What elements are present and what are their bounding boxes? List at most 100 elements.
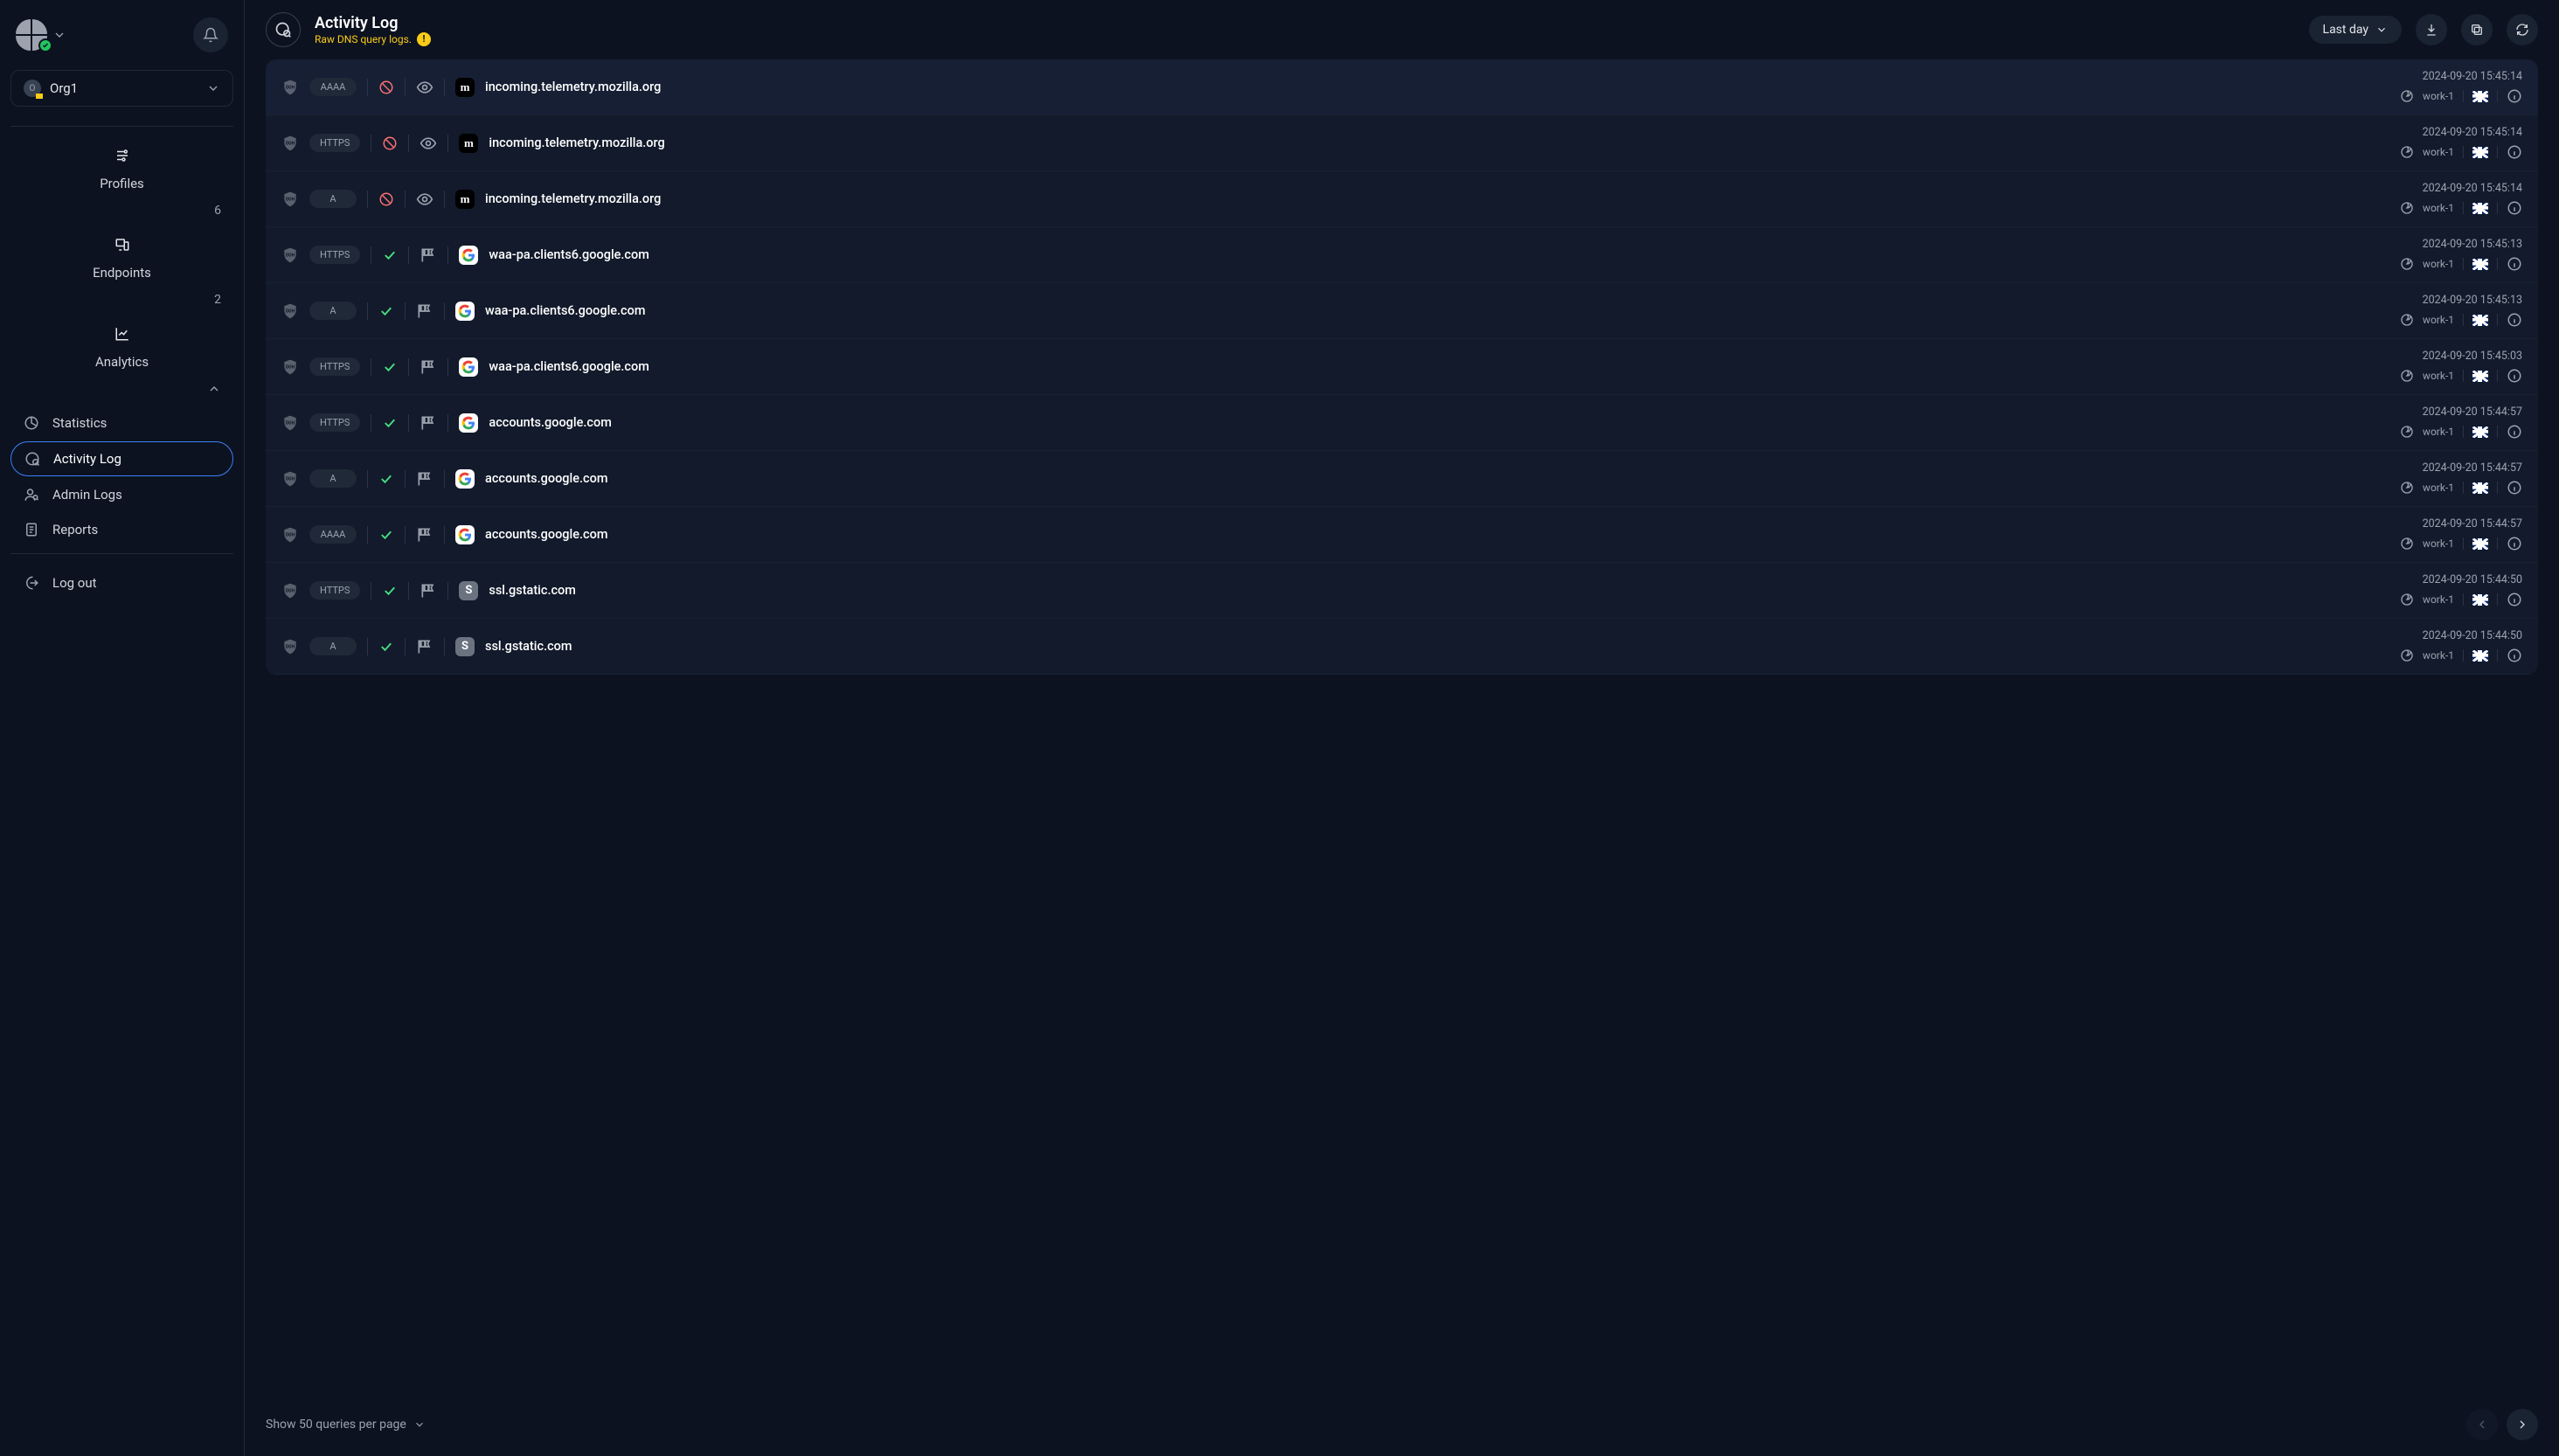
browser-icon [2400,481,2414,495]
endpoint-label: work-1 [2423,314,2454,326]
svg-text:DOH: DOH [286,364,295,370]
meta-row: work-1 [2400,256,2522,272]
protocol-icon: DOH [281,302,299,320]
endpoint-label: work-1 [2423,593,2454,606]
page-subtitle: Raw DNS query logs. ! [315,32,2295,46]
separator [408,135,409,152]
chevron-up-icon [207,382,221,396]
nav-label: Statistics [52,415,107,431]
info-button[interactable] [2507,368,2522,384]
nav-activity-log[interactable]: Activity Log [10,441,233,476]
protocol-icon: DOH [281,582,299,600]
nav-label: Reports [52,522,98,537]
info-button[interactable] [2507,144,2522,160]
notifications-button[interactable] [193,17,228,52]
refresh-icon [2515,23,2529,37]
separator [367,191,368,208]
info-button[interactable] [2507,480,2522,496]
info-button[interactable] [2507,536,2522,551]
info-button[interactable] [2507,424,2522,440]
endpoint-label: work-1 [2423,649,2454,662]
warning-badge-icon[interactable]: ! [417,32,431,46]
page-size-selector[interactable]: Show 50 queries per page [266,1418,426,1432]
endpoint-label: work-1 [2423,370,2454,382]
log-row[interactable]: DOHAmincoming.telemetry.mozilla.org2024-… [266,171,2538,227]
header-titles: Activity Log Raw DNS query logs. ! [315,14,2295,46]
copy-button[interactable] [2461,14,2493,45]
separator [2463,202,2464,214]
separator [444,470,445,488]
separator [405,79,406,96]
protocol-icon: DOH [281,470,299,488]
checkered-flag-icon [420,582,437,600]
next-page-button[interactable] [2507,1409,2538,1440]
info-button[interactable] [2507,200,2522,216]
nav-admin-logs[interactable]: Admin Logs [10,478,233,511]
domain-name: accounts.google.com [489,415,2389,430]
nav-analytics[interactable]: Analytics [10,317,233,405]
meta-row: work-1 [2400,368,2522,384]
info-button[interactable] [2507,256,2522,272]
reports-icon [23,522,40,537]
separator [405,470,406,488]
status-blocked-icon [378,191,394,207]
chevron-down-icon [2375,24,2388,36]
nav-label: Profiles [100,176,144,191]
nav-reports[interactable]: Reports [10,513,233,546]
endpoint-label: work-1 [2423,258,2454,270]
log-right: 2024-09-20 15:45:14work-1 [2400,126,2522,160]
app-logo[interactable] [16,19,66,51]
time-range-selector[interactable]: Last day [2309,16,2402,44]
checkered-flag-icon [416,526,433,544]
nav-label: Endpoints [93,265,151,281]
favicon-icon [455,469,475,489]
sidebar-header [10,14,233,70]
prev-page-button[interactable] [2466,1409,2498,1440]
refresh-button[interactable] [2507,14,2538,45]
domain-name: accounts.google.com [485,527,2389,542]
timestamp: 2024-09-20 15:45:13 [2423,238,2522,251]
log-row[interactable]: DOHHTTPSwaa-pa.clients6.google.com2024-0… [266,339,2538,395]
log-row[interactable]: DOHASssl.gstatic.com2024-09-20 15:44:50w… [266,619,2538,675]
log-row[interactable]: DOHHTTPSwaa-pa.clients6.google.com2024-0… [266,227,2538,283]
separator [2497,482,2498,494]
separator [2497,314,2498,326]
log-right: 2024-09-20 15:44:57work-1 [2400,517,2522,551]
country-flag-icon [2472,147,2488,158]
divider [10,553,233,554]
separator [2497,146,2498,158]
log-row[interactable]: DOHHTTPSaccounts.google.com2024-09-20 15… [266,395,2538,451]
log-right: 2024-09-20 15:44:50work-1 [2400,629,2522,663]
nav-endpoints[interactable]: Endpoints 2 [10,228,233,315]
info-button[interactable] [2507,312,2522,328]
info-button[interactable] [2507,88,2522,104]
log-row[interactable]: DOHHTTPSSssl.gstatic.com2024-09-20 15:44… [266,563,2538,619]
meta-row: work-1 [2400,648,2522,663]
log-right: 2024-09-20 15:45:13work-1 [2400,294,2522,328]
status-allowed-icon [378,471,394,487]
org-selector[interactable]: O Org1 [10,70,233,107]
nav-statistics[interactable]: Statistics [10,406,233,440]
log-left: DOHA [281,302,475,321]
log-row[interactable]: DOHAAAAmincoming.telemetry.mozilla.org20… [266,59,2538,115]
separator [444,79,445,96]
nav-list: Profiles 6 Endpoints 2 Analytics Statist… [10,139,233,546]
timestamp: 2024-09-20 15:44:57 [2423,406,2522,419]
separator [2497,593,2498,606]
nav-label: Log out [52,575,97,591]
endpoint-label: work-1 [2423,537,2454,550]
info-button[interactable] [2507,648,2522,663]
separator [2497,202,2498,214]
country-flag-icon [2472,259,2488,270]
nav-profiles[interactable]: Profiles 6 [10,139,233,226]
nav-logout[interactable]: Log out [10,566,233,600]
log-row[interactable]: DOHAAAAaccounts.google.com2024-09-20 15:… [266,507,2538,563]
log-row[interactable]: DOHAaccounts.google.com2024-09-20 15:44:… [266,451,2538,507]
separator [447,414,448,432]
info-button[interactable] [2507,592,2522,607]
log-row[interactable]: DOHAwaa-pa.clients6.google.com2024-09-20… [266,283,2538,339]
log-row[interactable]: DOHHTTPSmincoming.telemetry.mozilla.org2… [266,115,2538,171]
domain-name: incoming.telemetry.mozilla.org [485,80,2389,94]
svg-text:DOH: DOH [286,309,295,314]
download-button[interactable] [2416,14,2447,45]
